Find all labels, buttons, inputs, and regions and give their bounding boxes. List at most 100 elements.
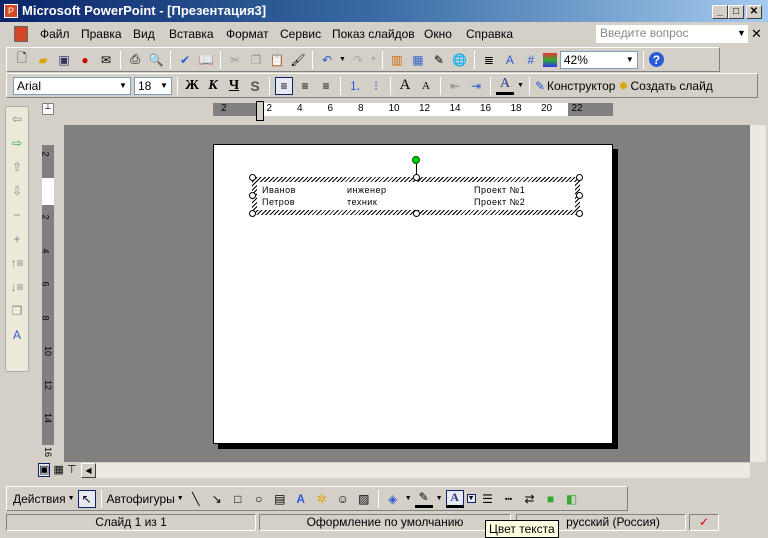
new-icon[interactable]: 🗋 bbox=[13, 51, 31, 69]
expand-icon[interactable]: + bbox=[8, 230, 26, 248]
resize-handle[interactable] bbox=[249, 174, 256, 181]
cell-position[interactable]: техник bbox=[347, 197, 377, 207]
picture-icon[interactable]: ▨ bbox=[355, 490, 373, 508]
shadow-style-icon[interactable]: ■ bbox=[542, 490, 560, 508]
menu-insert[interactable]: Вставка bbox=[169, 27, 214, 41]
slide-sorter-icon[interactable]: ▦ bbox=[53, 464, 63, 476]
bullets-icon[interactable]: ⁝ bbox=[367, 77, 385, 95]
cell-position[interactable]: инженер bbox=[347, 185, 387, 195]
powerpoint-app-icon[interactable]: P bbox=[4, 4, 18, 18]
rotation-handle[interactable] bbox=[412, 156, 420, 164]
menu-help[interactable]: Справка bbox=[466, 27, 513, 41]
line-color-icon[interactable]: ✎ bbox=[414, 490, 433, 508]
menu-tools[interactable]: Сервис bbox=[280, 27, 321, 41]
align-left-icon[interactable]: ≡ bbox=[275, 76, 293, 95]
open-icon[interactable]: ▰ bbox=[34, 51, 52, 69]
font-combo[interactable]: Arial ▼ bbox=[13, 76, 131, 95]
resize-handle[interactable] bbox=[576, 210, 583, 217]
font-color-drawing-icon[interactable]: A bbox=[445, 489, 464, 508]
move-up-icon[interactable]: ⇧ bbox=[8, 158, 26, 176]
hyperlink-icon[interactable]: 🌐 bbox=[451, 51, 469, 69]
tables-borders-icon[interactable]: ✎ bbox=[430, 51, 448, 69]
shadow-button[interactable]: S bbox=[246, 77, 264, 95]
arrow-icon[interactable]: ↘ bbox=[208, 490, 226, 508]
line-color-dropdown-icon[interactable]: ▼ bbox=[436, 495, 443, 502]
clipart-icon[interactable]: ☺ bbox=[334, 490, 352, 508]
decrease-font-icon[interactable]: A bbox=[417, 77, 435, 95]
actions-menu[interactable]: Действия ▼ bbox=[13, 492, 75, 506]
resize-handle[interactable] bbox=[576, 174, 583, 181]
cell-name[interactable]: Иванов bbox=[262, 185, 296, 195]
zoom-combo[interactable]: 42% ▼ bbox=[559, 50, 638, 69]
spelling-icon[interactable]: ✔ bbox=[176, 51, 194, 69]
insert-table-icon[interactable]: ▦ bbox=[409, 51, 427, 69]
font-color-icon[interactable]: A bbox=[496, 76, 514, 95]
oval-icon[interactable]: ○ bbox=[250, 490, 268, 508]
cell-project[interactable]: Проект №1 bbox=[474, 185, 525, 195]
italic-button[interactable]: К bbox=[204, 77, 222, 95]
font-color-drawing-dropdown-icon[interactable]: ▼ bbox=[466, 494, 476, 503]
print-icon[interactable]: ⎙ bbox=[126, 51, 144, 69]
undo-icon[interactable]: ↶ bbox=[318, 51, 336, 69]
ask-dropdown-icon[interactable]: ▼ bbox=[737, 28, 746, 38]
email-icon[interactable]: ✉ bbox=[97, 51, 115, 69]
copy-icon[interactable]: ❐ bbox=[247, 51, 265, 69]
spelling-status-icon[interactable]: ✓ bbox=[689, 514, 719, 531]
insert-chart-icon[interactable]: ▥ bbox=[388, 51, 406, 69]
3d-style-icon[interactable]: ◧ bbox=[563, 490, 581, 508]
align-center-icon[interactable]: ≡ bbox=[296, 77, 314, 95]
menu-view[interactable]: Вид bbox=[133, 27, 155, 41]
resize-handle[interactable] bbox=[413, 174, 420, 181]
select-objects-icon[interactable]: ↖ bbox=[77, 489, 96, 508]
increase-indent-icon[interactable]: ⇥ bbox=[467, 77, 485, 95]
wordart-icon[interactable]: A bbox=[292, 490, 310, 508]
vertical-scrollbar[interactable] bbox=[750, 125, 766, 462]
vertical-ruler[interactable]: 2 2 4 6 8 10 12 14 16 bbox=[41, 145, 54, 457]
tab-selector-icon[interactable]: ┴ bbox=[42, 103, 54, 115]
undo-dropdown-icon[interactable]: ▼ bbox=[339, 56, 346, 63]
increase-font-icon[interactable]: A bbox=[396, 77, 414, 95]
rectangle-icon[interactable]: □ bbox=[229, 490, 247, 508]
menu-file[interactable]: Файл bbox=[40, 27, 70, 41]
close-button[interactable]: ✕ bbox=[746, 5, 762, 19]
diagram-icon[interactable]: ✲ bbox=[313, 490, 331, 508]
underline-button[interactable]: Ч bbox=[225, 77, 243, 95]
document-icon[interactable] bbox=[14, 26, 28, 42]
font-size-combo[interactable]: 18 ▼ bbox=[134, 76, 172, 95]
resize-handle[interactable] bbox=[249, 192, 256, 199]
designer-button[interactable]: ✎ Конструктор bbox=[535, 79, 615, 93]
close-document-icon[interactable]: ✕ bbox=[751, 26, 762, 42]
fill-dropdown-icon[interactable]: ▼ bbox=[405, 495, 412, 502]
zoom-dropdown-icon[interactable]: ▼ bbox=[624, 53, 636, 67]
horizontal-scrollbar[interactable]: ◀ bbox=[81, 463, 750, 478]
demote-icon[interactable]: ⇨ bbox=[8, 134, 26, 152]
textbox-icon[interactable]: ▤ bbox=[271, 490, 289, 508]
decrease-indent-icon[interactable]: ⇤ bbox=[446, 77, 464, 95]
show-grid-icon[interactable]: # bbox=[522, 51, 540, 69]
font-size-dropdown-icon[interactable]: ▼ bbox=[158, 79, 170, 93]
research-icon[interactable]: 📖 bbox=[197, 51, 215, 69]
resize-handle[interactable] bbox=[576, 192, 583, 199]
redo-icon[interactable]: ↷ bbox=[349, 51, 367, 69]
line-style-icon[interactable]: ☰ bbox=[479, 490, 497, 508]
dash-style-icon[interactable]: ┅ bbox=[500, 490, 518, 508]
bold-button[interactable]: Ж bbox=[183, 77, 201, 95]
color-grayscale-icon[interactable] bbox=[542, 52, 557, 67]
menu-slideshow[interactable]: Показ слайдов bbox=[332, 27, 415, 41]
horizontal-ruler[interactable]: 2 2 4 6 8 10 12 14 16 18 20 22 bbox=[213, 101, 613, 121]
resize-handle[interactable] bbox=[249, 210, 256, 217]
scroll-left-icon[interactable]: ◀ bbox=[81, 463, 96, 478]
resize-handle[interactable] bbox=[413, 210, 420, 217]
numbering-icon[interactable]: ⒈ bbox=[346, 77, 364, 95]
slideshow-icon[interactable]: ⊤ bbox=[67, 464, 77, 476]
minimize-button[interactable]: _ bbox=[712, 5, 728, 19]
align-right-icon[interactable]: ≡ bbox=[317, 77, 335, 95]
collapse-all-icon[interactable]: ↑≡ bbox=[8, 254, 26, 272]
save-icon[interactable]: ▣ bbox=[55, 51, 73, 69]
ask-question-input[interactable]: Введите вопрос bbox=[596, 25, 748, 43]
cell-project[interactable]: Проект №2 bbox=[474, 197, 525, 207]
cut-icon[interactable]: ✂ bbox=[226, 51, 244, 69]
fill-color-icon[interactable]: ◈ bbox=[384, 490, 402, 508]
collapse-icon[interactable]: − bbox=[8, 206, 26, 224]
menu-edit[interactable]: Правка bbox=[81, 27, 122, 41]
